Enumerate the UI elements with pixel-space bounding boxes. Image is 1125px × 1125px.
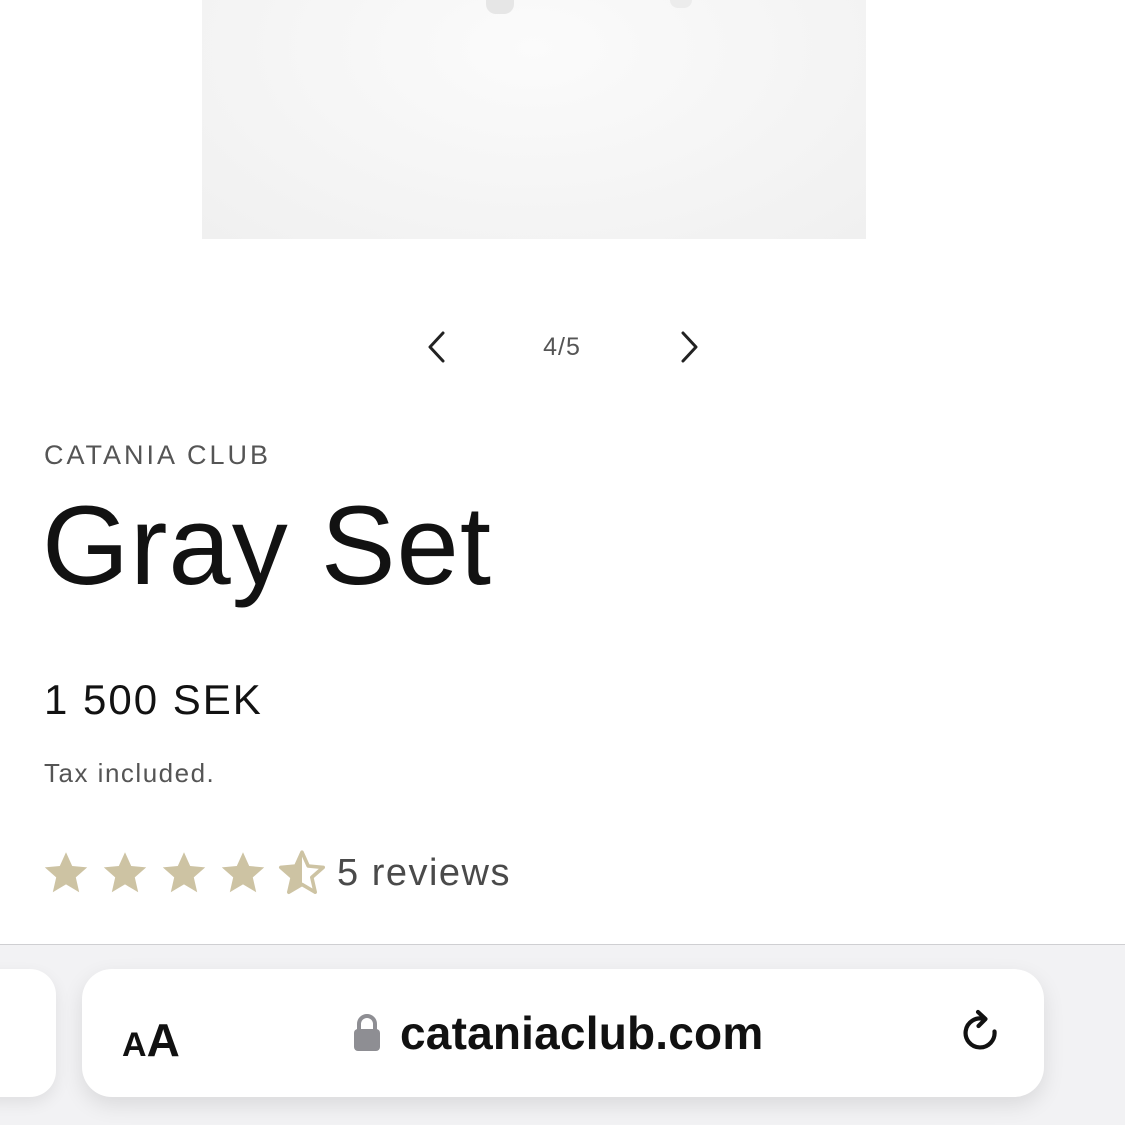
chevron-right-icon xyxy=(681,331,698,363)
slider-counter: 4/5 xyxy=(543,333,581,361)
text-size-large-glyph: A xyxy=(146,1014,180,1066)
star-full-icon xyxy=(101,849,149,897)
url-text: cataniaclub.com xyxy=(400,1007,764,1059)
image-slider-controls: 4/5 xyxy=(0,320,1125,374)
product-vendor: CATANIA CLUB xyxy=(44,440,272,470)
star-full-icon xyxy=(219,849,267,897)
slider-prev-button[interactable] xyxy=(410,320,464,374)
text-size-button[interactable]: A A xyxy=(122,969,180,1097)
address-bar[interactable]: A A cataniaclub.com xyxy=(82,969,1044,1097)
previous-tab-card[interactable] xyxy=(0,969,56,1097)
product-image-detail xyxy=(670,0,692,8)
product-price: 1 500 SEK xyxy=(44,676,263,723)
product-page: 4/5 CATANIA CLUB Gray Set 1 500 SEK Tax … xyxy=(0,0,1125,1125)
reload-button[interactable] xyxy=(954,1005,1010,1061)
product-title: Gray Set xyxy=(42,483,492,608)
chevron-left-icon xyxy=(428,331,445,363)
slider-next-button[interactable] xyxy=(662,320,716,374)
reload-icon xyxy=(963,1009,997,1050)
review-count-link[interactable]: 5 reviews xyxy=(337,852,511,895)
url-display[interactable]: cataniaclub.com xyxy=(352,969,763,1097)
product-image-detail xyxy=(486,0,514,14)
lock-icon xyxy=(354,1014,380,1051)
tax-note: Tax included. xyxy=(44,758,216,788)
product-rating[interactable]: 5 reviews xyxy=(42,846,511,900)
star-full-icon xyxy=(160,849,208,897)
product-image[interactable] xyxy=(202,0,866,239)
text-size-small-glyph: A xyxy=(122,1026,147,1064)
browser-bottom-bar: A A cataniaclub.com xyxy=(0,944,1125,1125)
star-full-icon xyxy=(42,849,90,897)
star-half-icon xyxy=(278,849,326,897)
